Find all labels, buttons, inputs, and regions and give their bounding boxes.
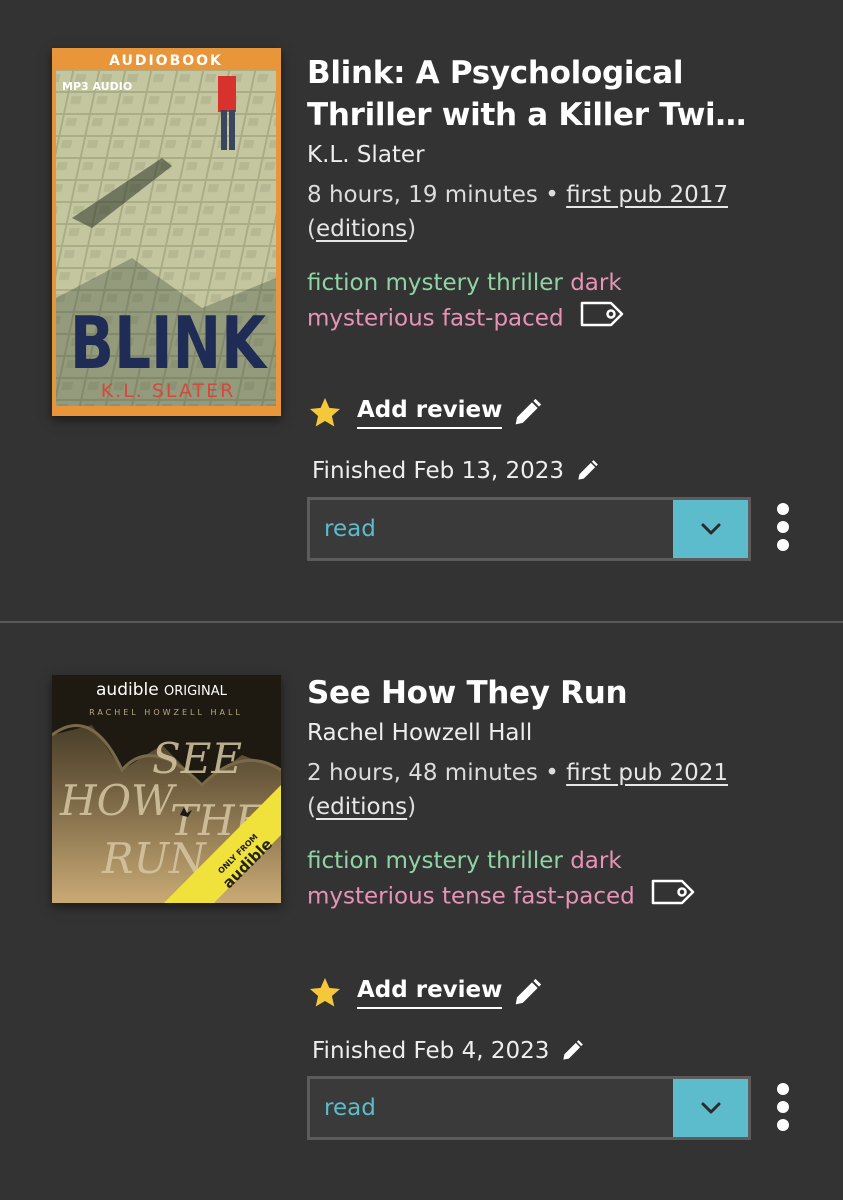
status-value[interactable]: read	[307, 497, 673, 561]
book-author[interactable]: K.L. Slater	[307, 140, 757, 170]
more-options-icon[interactable]	[772, 1080, 794, 1134]
review-row: Add review	[307, 395, 544, 431]
tags: fiction mystery thriller dark mysterious…	[307, 844, 757, 916]
cover-author: K.L. SLATER	[101, 380, 236, 402]
book-title[interactable]: See How They Run	[307, 672, 757, 714]
mood-tags: dark	[570, 270, 622, 296]
mood-tags: mysterious fast-paced	[307, 305, 564, 332]
cover-title-word: HOW	[59, 776, 178, 825]
book-card: audible ORIGINAL RACHEL HOWZELL HALL SEE…	[0, 624, 843, 1200]
paren: (	[307, 216, 316, 242]
chevron-down-icon	[701, 523, 720, 535]
star-icon	[310, 978, 340, 1007]
editions-link[interactable]: editions	[316, 216, 407, 242]
tag-icon[interactable]	[650, 878, 696, 916]
pencil-icon[interactable]	[510, 396, 544, 430]
tags: fiction mystery thriller dark mysterious…	[307, 266, 757, 338]
finished-row: Finished Feb 13, 2023	[312, 458, 600, 484]
editions-link[interactable]: editions	[316, 794, 407, 820]
chevron-down-icon	[701, 1102, 720, 1114]
add-review-link[interactable]: Add review	[357, 397, 503, 429]
book-title[interactable]: Blink: A Psychological Thriller with a K…	[307, 52, 757, 136]
finished-date[interactable]: Finished Feb 4, 2023	[312, 1038, 549, 1064]
genre-tags: fiction mystery thriller	[307, 848, 563, 874]
separator-dot: •	[545, 760, 567, 786]
pencil-icon[interactable]	[510, 976, 544, 1010]
status-value[interactable]: read	[307, 1076, 673, 1140]
cover-author: RACHEL HOWZELL HALL	[89, 708, 243, 717]
first-pub-link[interactable]: first pub 2021	[566, 760, 728, 786]
dropdown-button[interactable]	[673, 497, 751, 561]
mood-tags: mysterious tense fast-paced	[307, 883, 635, 910]
paren: )	[407, 794, 417, 820]
book-card: AUDIOBOOK MP3 AUDIO BLINK K.L. SLATER Bl…	[0, 0, 843, 622]
cover-title: BLINK	[70, 302, 268, 386]
book-meta: 8 hours, 19 minutes • first pub 2017 (ed…	[307, 178, 757, 246]
book-meta: 2 hours, 48 minutes • first pub 2021 (ed…	[307, 756, 757, 824]
status-select[interactable]: read	[307, 1076, 751, 1140]
duration: 8 hours, 19 minutes	[307, 182, 538, 208]
book-info: Blink: A Psychological Thriller with a K…	[307, 52, 757, 338]
title-line: Thriller with a Killer Twi…	[307, 97, 747, 133]
duration: 2 hours, 48 minutes	[307, 760, 538, 786]
cover-brand-suffix: ORIGINAL	[164, 684, 228, 699]
paren: (	[307, 794, 316, 820]
status-select[interactable]: read	[307, 497, 751, 561]
more-options-icon[interactable]	[772, 500, 794, 554]
pencil-icon[interactable]	[574, 458, 600, 484]
first-pub-link[interactable]: first pub 2017	[566, 182, 728, 208]
book-cover[interactable]: audible ORIGINAL RACHEL HOWZELL HALL SEE…	[52, 675, 281, 903]
star-icon	[310, 398, 340, 427]
cover-sub-badge: MP3 AUDIO	[62, 80, 132, 93]
title-line: See How They Run	[307, 675, 628, 711]
divider	[0, 621, 843, 623]
book-author[interactable]: Rachel Howzell Hall	[307, 718, 757, 748]
book-info: See How They Run Rachel Howzell Hall 2 h…	[307, 672, 757, 916]
title-line: Blink: A Psychological	[307, 55, 684, 91]
genre-tags: fiction mystery thriller	[307, 270, 563, 296]
dropdown-button[interactable]	[673, 1076, 751, 1140]
cover-badge: AUDIOBOOK	[109, 53, 223, 69]
paren: )	[407, 216, 417, 242]
add-review-link[interactable]: Add review	[357, 977, 503, 1009]
cover-brand: audible	[96, 680, 159, 700]
tag-icon[interactable]	[579, 300, 625, 338]
review-row: Add review	[307, 975, 544, 1011]
separator-dot: •	[545, 182, 567, 208]
pencil-icon[interactable]	[559, 1038, 585, 1064]
finished-row: Finished Feb 4, 2023	[312, 1038, 585, 1064]
mood-tags: dark	[570, 848, 622, 874]
finished-date[interactable]: Finished Feb 13, 2023	[312, 458, 564, 484]
book-cover[interactable]: AUDIOBOOK MP3 AUDIO BLINK K.L. SLATER	[52, 48, 281, 416]
